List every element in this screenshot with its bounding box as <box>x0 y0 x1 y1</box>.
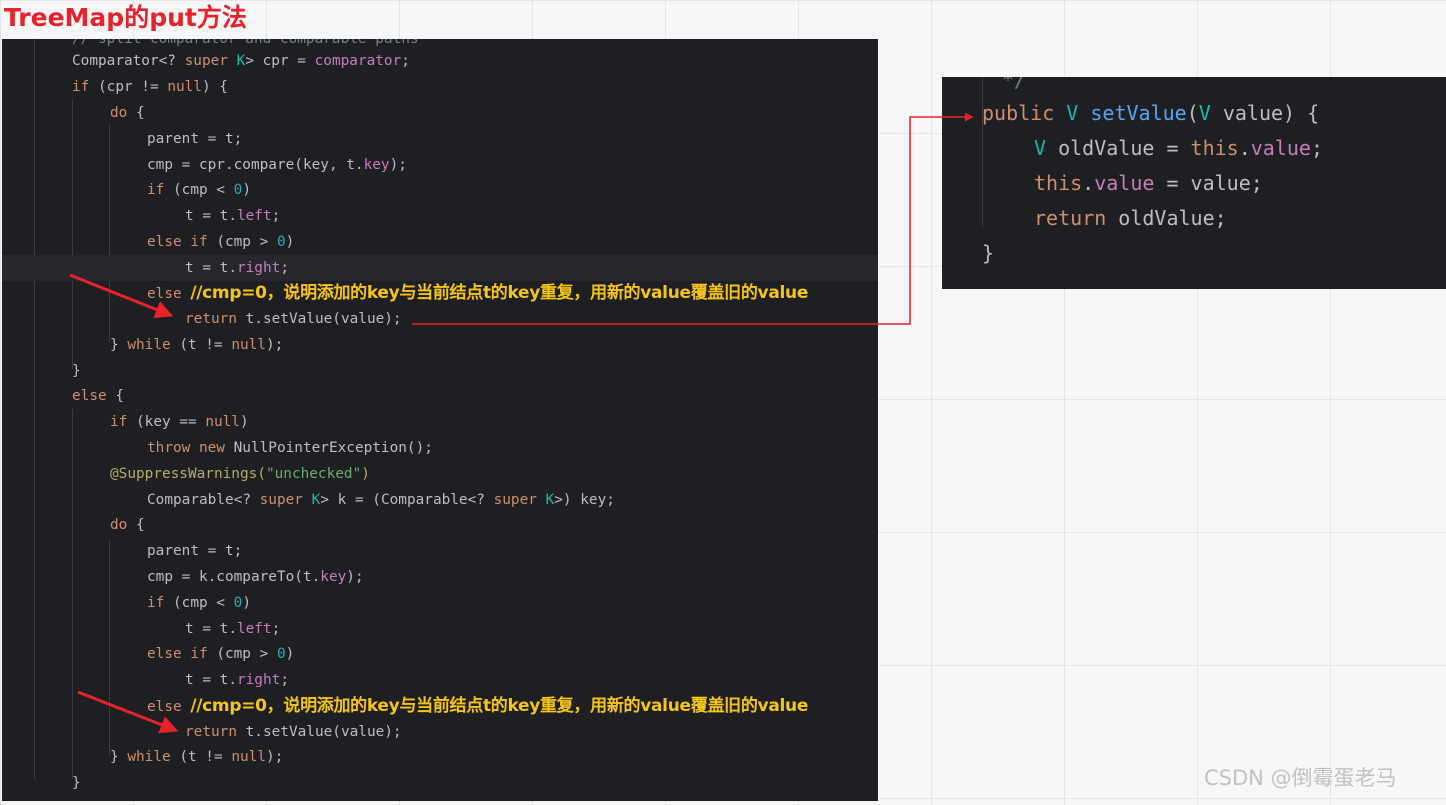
arrow-to-setvalue <box>412 112 974 325</box>
arrow-to-return-1 <box>69 273 174 319</box>
annotation-arrows <box>69 112 974 734</box>
watermark: CSDN @倒霉蛋老马 <box>1204 766 1397 790</box>
arrow-to-return-2 <box>77 690 179 734</box>
